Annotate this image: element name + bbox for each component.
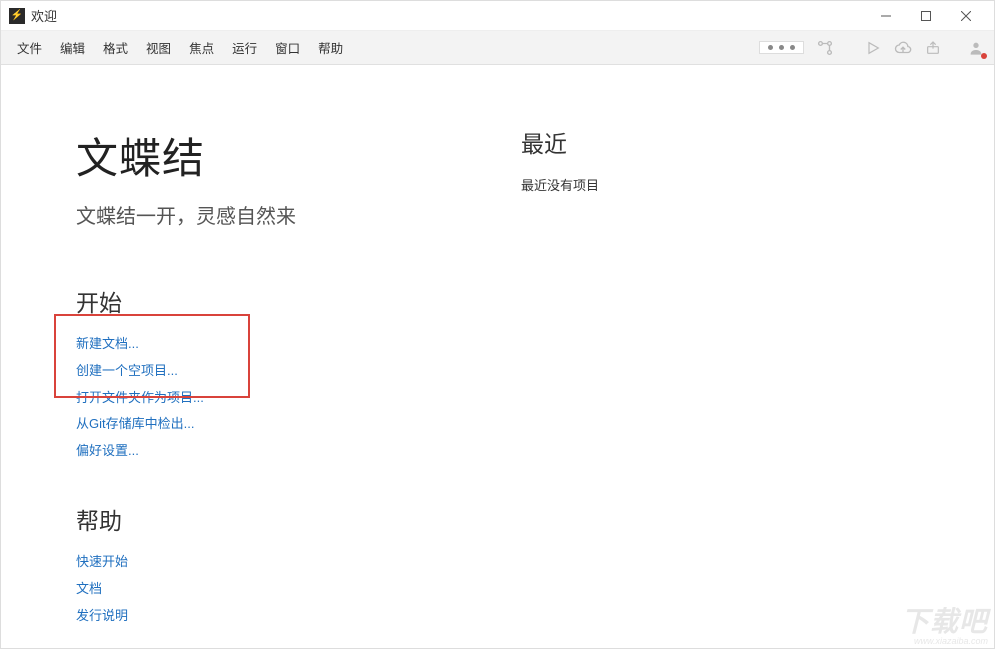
link-preferences[interactable]: 偏好设置... [76, 441, 516, 462]
menu-focus[interactable]: 焦点 [183, 34, 220, 61]
dots-button[interactable] [759, 41, 804, 54]
maximize-button[interactable] [906, 2, 946, 30]
right-column: 最近 最近没有项目 [516, 125, 599, 626]
menu-run[interactable]: 运行 [226, 34, 263, 61]
titlebar: ⚡ 欢迎 [1, 1, 994, 31]
avatar-icon[interactable] [968, 40, 984, 56]
menu-view[interactable]: 视图 [140, 34, 177, 61]
close-button[interactable] [946, 2, 986, 30]
window-title: 欢迎 [31, 6, 866, 25]
watermark-main: 下载吧 [901, 606, 988, 637]
recent-header: 最近 [521, 125, 599, 159]
link-new-document[interactable]: 新建文档... [76, 334, 516, 355]
menu-items: 文件 编辑 格式 视图 焦点 运行 窗口 帮助 [11, 34, 349, 61]
help-section: 帮助 快速开始 文档 发行说明 [76, 502, 516, 626]
link-quick-start[interactable]: 快速开始 [76, 552, 516, 573]
link-create-empty-project[interactable]: 创建一个空项目... [76, 361, 516, 382]
link-docs[interactable]: 文档 [76, 579, 516, 600]
menu-window[interactable]: 窗口 [269, 34, 306, 61]
app-title: 文蝶结 [76, 125, 516, 186]
branch-icon[interactable] [816, 39, 834, 57]
start-section: 开始 新建文档... 创建一个空项目... 打开文件夹作为项目... 从Git存… [76, 284, 516, 462]
start-header: 开始 [76, 284, 516, 318]
menubar: 文件 编辑 格式 视图 焦点 运行 窗口 帮助 [1, 31, 994, 65]
cloud-upload-icon[interactable] [894, 39, 912, 57]
watermark-sub: www.xiazaiba.com [901, 636, 988, 646]
start-links: 新建文档... 创建一个空项目... 打开文件夹作为项目... 从Git存储库中… [76, 334, 516, 462]
left-column: 文蝶结 文蝶结一开，灵感自然来 开始 新建文档... 创建一个空项目... 打开… [76, 125, 516, 626]
link-open-folder-as-project[interactable]: 打开文件夹作为项目... [76, 388, 516, 409]
window-controls [866, 2, 986, 30]
recent-empty-text: 最近没有项目 [521, 175, 599, 194]
play-icon[interactable] [864, 39, 882, 57]
alert-indicator [981, 53, 987, 59]
link-checkout-from-git[interactable]: 从Git存储库中检出... [76, 414, 516, 435]
app-icon: ⚡ [9, 8, 25, 24]
app-subtitle: 文蝶结一开，灵感自然来 [76, 200, 516, 229]
link-release-notes[interactable]: 发行说明 [76, 606, 516, 627]
watermark: 下载吧 www.xiazaiba.com [901, 600, 988, 646]
menu-file[interactable]: 文件 [11, 34, 48, 61]
welcome-area: 文蝶结 文蝶结一开，灵感自然来 开始 新建文档... 创建一个空项目... 打开… [1, 65, 994, 626]
menu-format[interactable]: 格式 [97, 34, 134, 61]
help-header: 帮助 [76, 502, 516, 536]
menu-help[interactable]: 帮助 [312, 34, 349, 61]
toolbar-right [759, 39, 984, 57]
help-links: 快速开始 文档 发行说明 [76, 552, 516, 626]
minimize-button[interactable] [866, 2, 906, 30]
share-icon[interactable] [924, 39, 942, 57]
menu-edit[interactable]: 编辑 [54, 34, 91, 61]
